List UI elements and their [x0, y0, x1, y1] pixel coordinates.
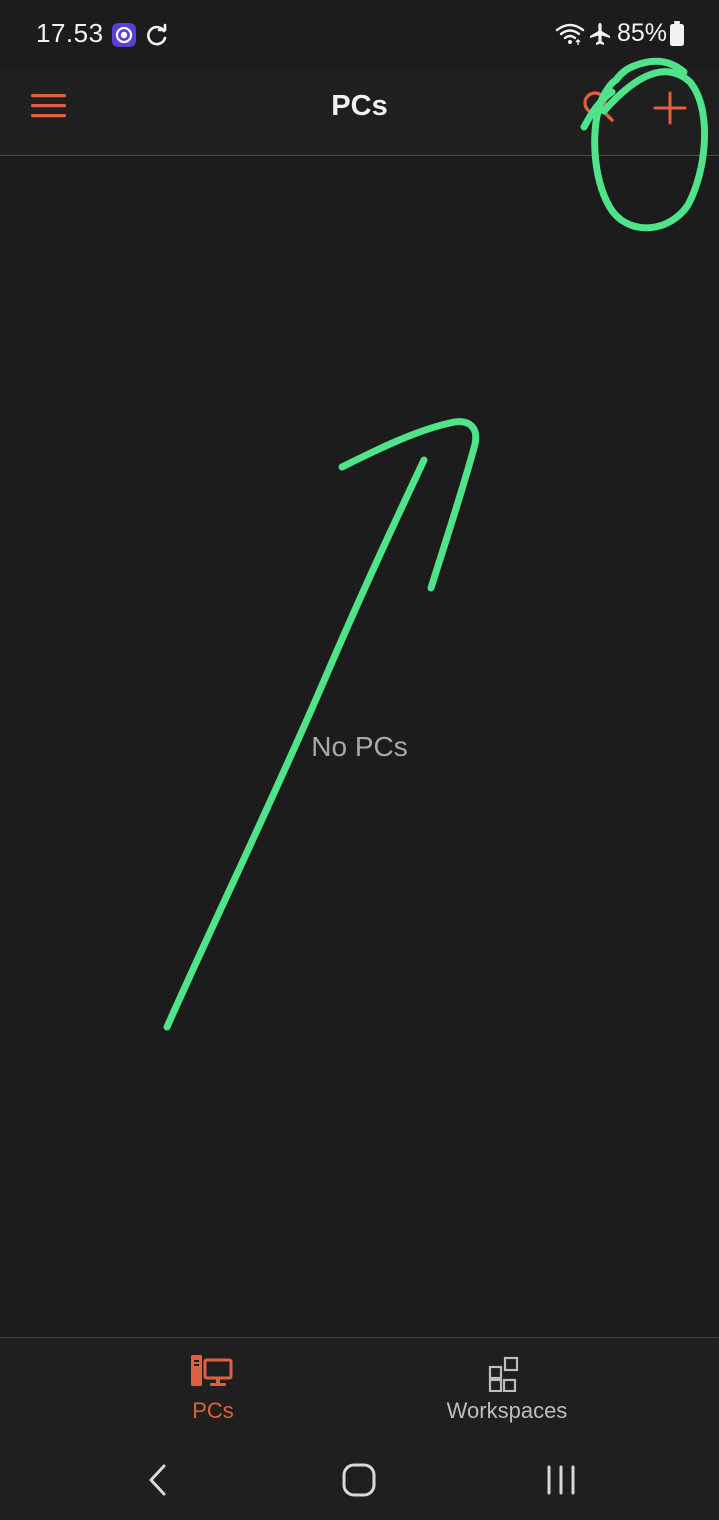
- nav-label-pcs: PCs: [192, 1398, 234, 1423]
- add-pc-button[interactable]: [652, 90, 688, 126]
- nav-item-pcs[interactable]: PCs: [63, 1338, 363, 1440]
- nav-label-workspaces: Workspaces: [446, 1398, 568, 1423]
- system-navigation-bar: [0, 1439, 719, 1520]
- workspaces-grid-icon: [488, 1356, 519, 1392]
- battery-icon: [670, 21, 684, 46]
- status-time: 17.53: [36, 18, 104, 48]
- wifi-icon: [555, 23, 585, 45]
- bottom-navigation: PCs Workspaces: [0, 1337, 719, 1440]
- recent-apps-icon[interactable]: [544, 1465, 578, 1495]
- annotation-arrow-head: [338, 418, 480, 592]
- pc-monitor-icon: [191, 1355, 233, 1386]
- app-bar: PCs: [0, 68, 719, 156]
- app-notification-icon: [112, 23, 136, 47]
- back-icon[interactable]: [144, 1463, 170, 1497]
- airplane-mode-icon: [590, 23, 610, 45]
- status-bar: 17.53 85%: [0, 0, 719, 68]
- app-screen: 17.53 85% PCs No PCs PCs Workspaces: [0, 0, 719, 1520]
- sync-icon: [147, 23, 167, 46]
- empty-state-message: No PCs: [311, 731, 408, 762]
- battery-percentage: 85%: [617, 19, 668, 47]
- nav-item-workspaces[interactable]: Workspaces: [357, 1338, 657, 1440]
- home-icon[interactable]: [341, 1462, 377, 1498]
- search-icon[interactable]: [580, 88, 616, 124]
